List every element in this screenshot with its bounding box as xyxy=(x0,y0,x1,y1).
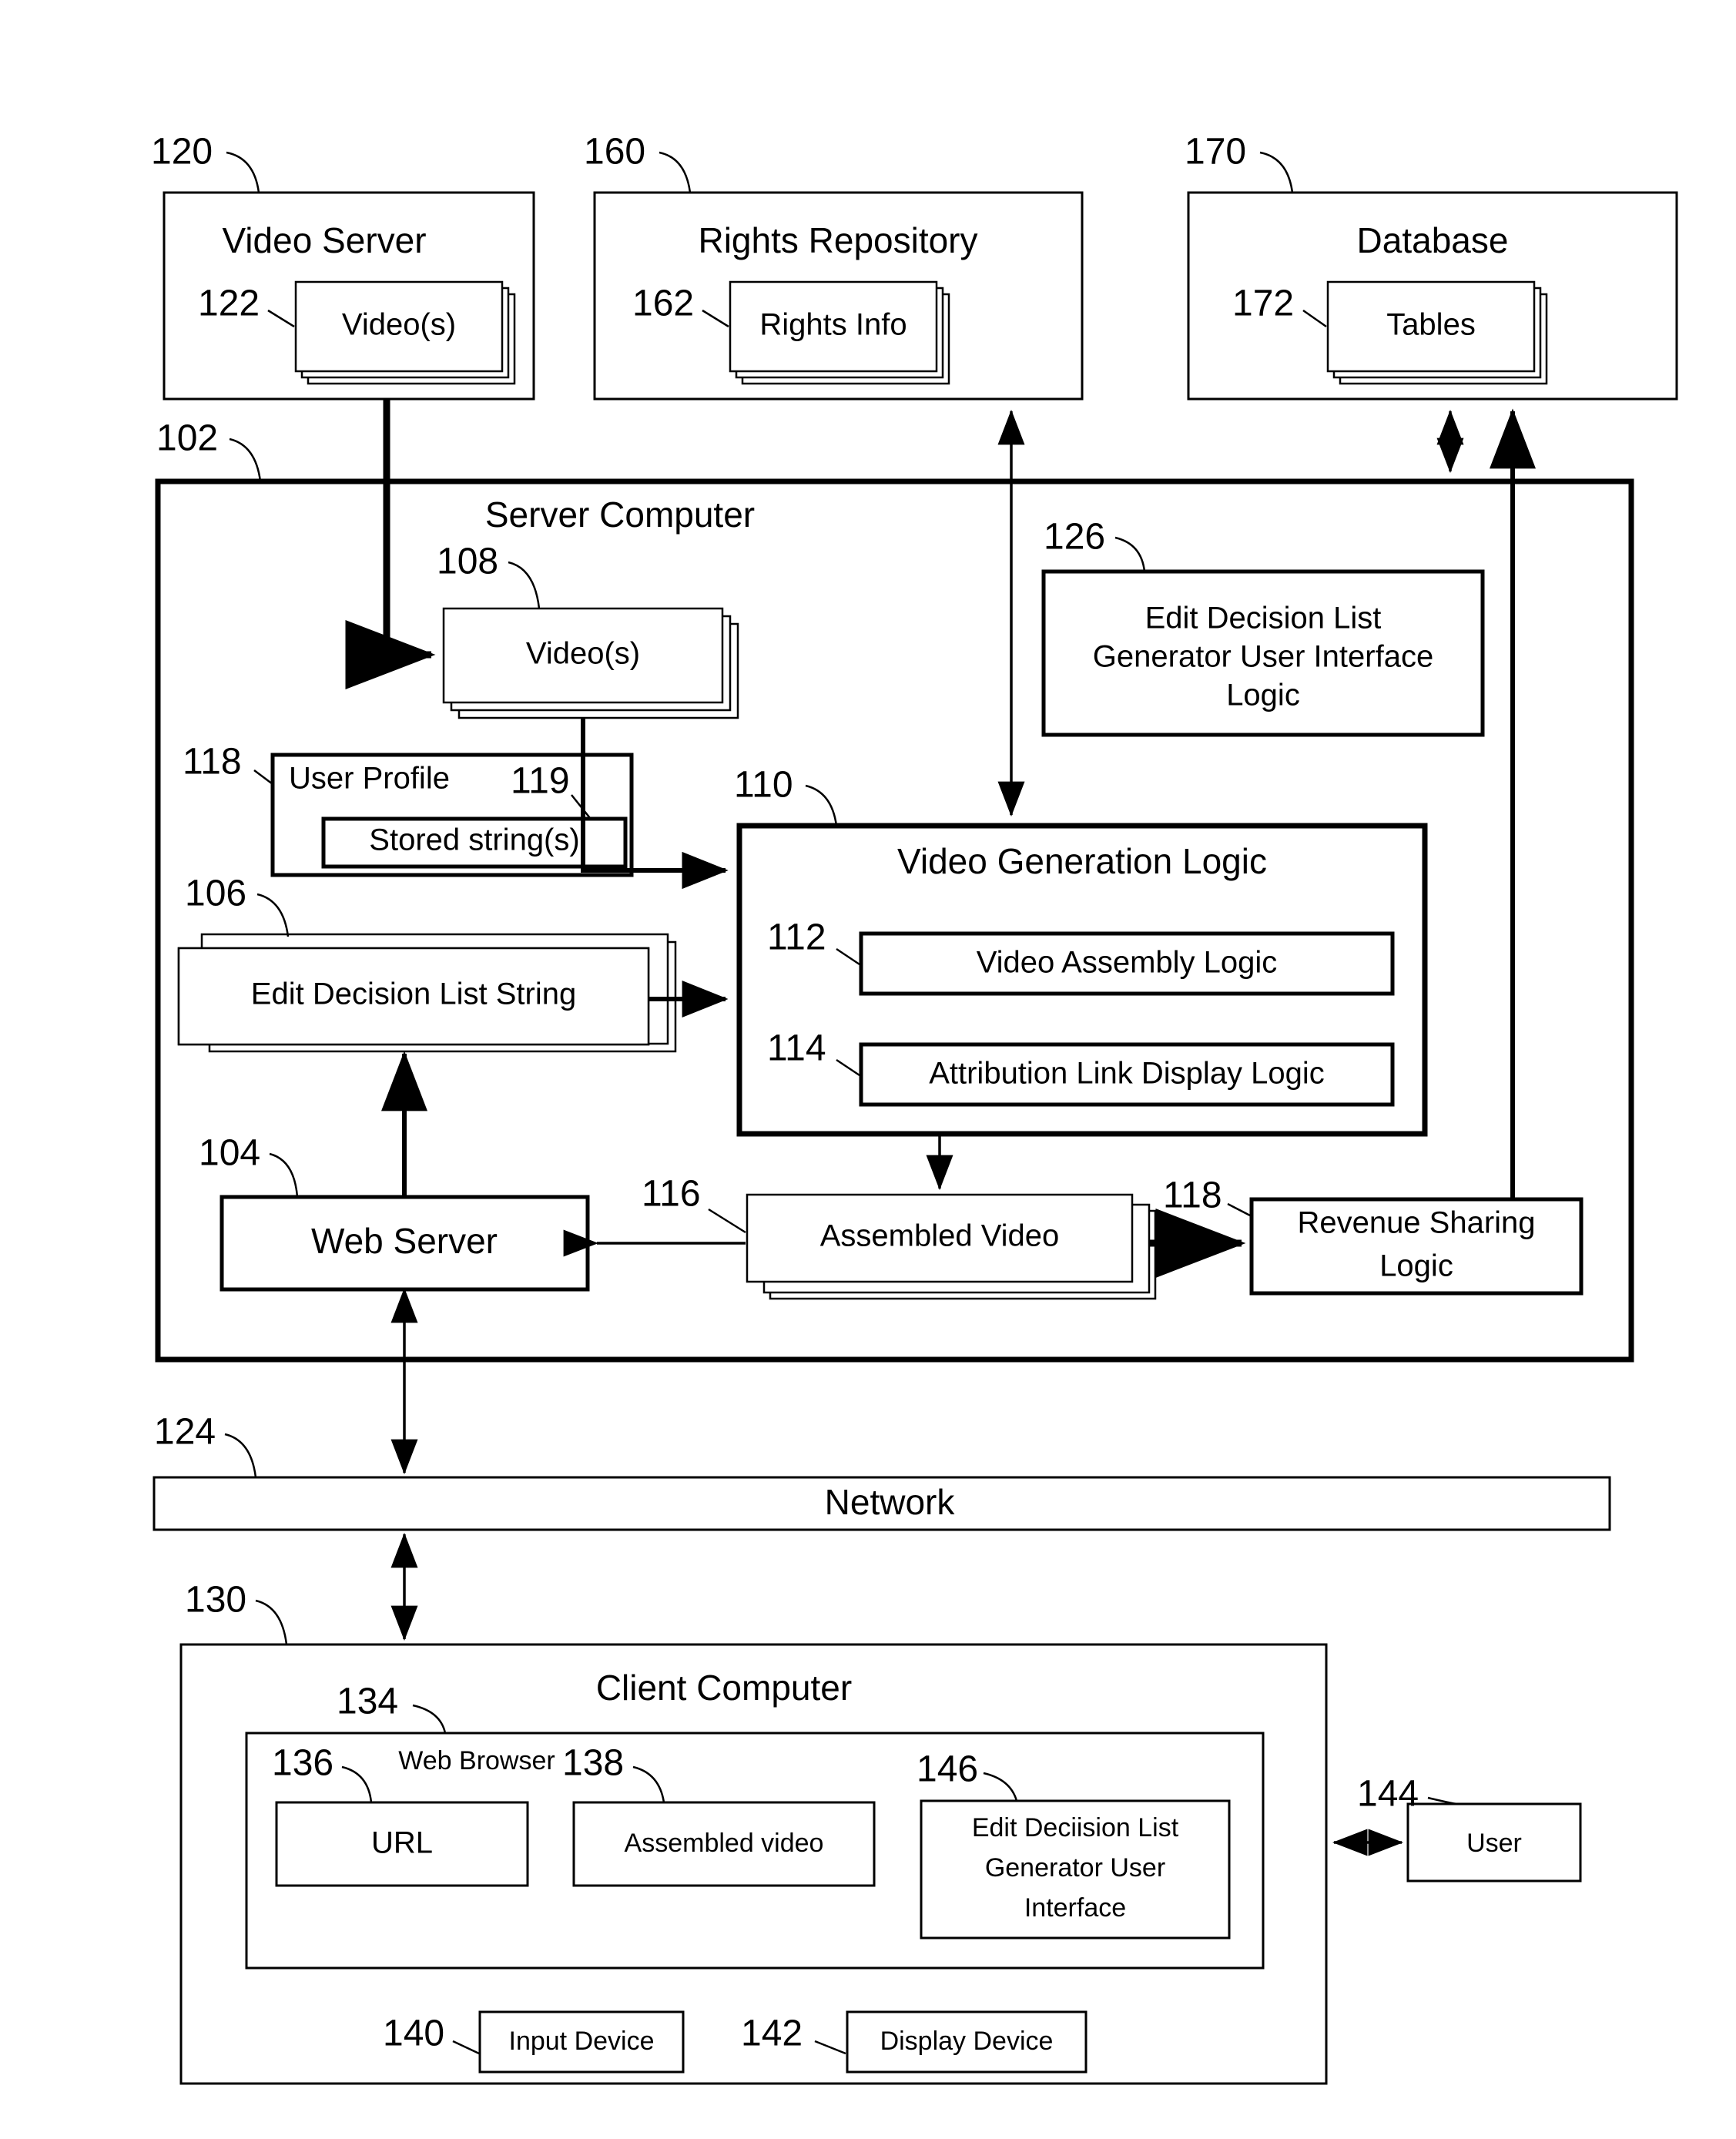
edl-ui-logic-line2: Generator User Interface xyxy=(1093,640,1433,674)
server-videos-label: Video(s) xyxy=(526,637,640,671)
ref-106: 106 xyxy=(185,873,246,914)
stored-strings-label: Stored string(s) xyxy=(369,823,579,857)
ref-144: 144 xyxy=(1357,1774,1419,1815)
video-server-label: Video Server xyxy=(222,220,426,260)
edl-generator-ui-line2: Generator User xyxy=(985,1853,1165,1883)
ref-110: 110 xyxy=(734,765,793,806)
server-computer-label: Server Computer xyxy=(485,495,755,535)
ref-172: 172 xyxy=(1232,283,1294,324)
url-label: URL xyxy=(371,1826,433,1860)
tables-label: Tables xyxy=(1386,308,1476,342)
ref-120: 120 xyxy=(151,132,213,173)
rights-info-label: Rights Info xyxy=(759,308,907,342)
rights-repository-label: Rights Repository xyxy=(698,220,977,260)
ref-122: 122 xyxy=(198,283,260,324)
ref-138: 138 xyxy=(562,1743,624,1784)
ref-114: 114 xyxy=(767,1028,826,1069)
database-label: Database xyxy=(1357,220,1509,260)
rights-repository-node: Rights Repository Rights Info 160 162 xyxy=(584,132,1084,401)
diagram-canvas: Video Server Video(s) 120 122 Rights Rep… xyxy=(151,132,1678,2085)
ref-104: 104 xyxy=(199,1133,260,1174)
ref-130: 130 xyxy=(185,1580,246,1621)
video-generation-logic-label: Video Generation Logic xyxy=(897,841,1267,881)
display-device-label: Display Device xyxy=(880,2027,1054,2056)
edl-generator-ui-line3: Interface xyxy=(1024,1893,1126,1923)
revenue-sharing-line2: Logic xyxy=(1379,1249,1453,1283)
ref-118-user-profile: 118 xyxy=(183,742,242,783)
ref-160: 160 xyxy=(584,132,645,173)
videos-source-label: Video(s) xyxy=(342,308,456,342)
ref-118-revenue: 118 xyxy=(1163,1175,1222,1216)
ref-162: 162 xyxy=(632,283,694,324)
web-browser-label: Web Browser xyxy=(398,1746,555,1775)
client-computer-node: Client Computer 130 Web Browser 134 URL … xyxy=(179,1580,1328,2085)
patent-figure: Video Server Video(s) 120 122 Rights Rep… xyxy=(0,0,1736,2139)
ref-140: 140 xyxy=(383,2013,444,2054)
user-node: User 144 xyxy=(1357,1774,1582,1883)
ref-134: 134 xyxy=(337,1681,398,1722)
assembled-video-client-label: Assembled video xyxy=(625,1829,824,1858)
network-node: Network 124 xyxy=(152,1412,1611,1531)
client-computer-label: Client Computer xyxy=(596,1668,852,1708)
ref-124: 124 xyxy=(154,1412,216,1453)
ref-136: 136 xyxy=(272,1743,333,1784)
ref-146: 146 xyxy=(917,1749,978,1790)
video-server-node: Video Server Video(s) 120 122 xyxy=(151,132,535,401)
network-label: Network xyxy=(825,1482,956,1522)
user-label: User xyxy=(1466,1829,1522,1858)
database-node: Database Tables 170 172 xyxy=(1185,132,1678,401)
ref-170: 170 xyxy=(1185,132,1246,173)
edl-string-label: Edit Decision List String xyxy=(251,977,576,1011)
ref-116: 116 xyxy=(642,1174,701,1215)
edl-ui-logic-line1: Edit Decision List xyxy=(1145,602,1382,635)
user-profile-label: User Profile xyxy=(289,762,450,796)
web-server-label: Web Server xyxy=(311,1221,498,1261)
assembled-video-label: Assembled Video xyxy=(820,1219,1060,1253)
input-device-label: Input Device xyxy=(509,2027,655,2056)
revenue-sharing-line1: Revenue Sharing xyxy=(1297,1206,1535,1240)
ref-112: 112 xyxy=(767,917,826,958)
edl-ui-logic-line3: Logic xyxy=(1226,679,1300,712)
ref-142: 142 xyxy=(741,2013,803,2054)
ref-119: 119 xyxy=(511,761,570,802)
ref-108: 108 xyxy=(437,541,498,582)
ref-102: 102 xyxy=(156,418,218,459)
ref-126: 126 xyxy=(1044,517,1105,558)
video-assembly-logic-label: Video Assembly Logic xyxy=(977,946,1278,980)
edl-generator-ui-line1: Edit Deciision List xyxy=(972,1813,1179,1842)
attribution-link-logic-label: Attribution Link Display Logic xyxy=(929,1057,1325,1091)
